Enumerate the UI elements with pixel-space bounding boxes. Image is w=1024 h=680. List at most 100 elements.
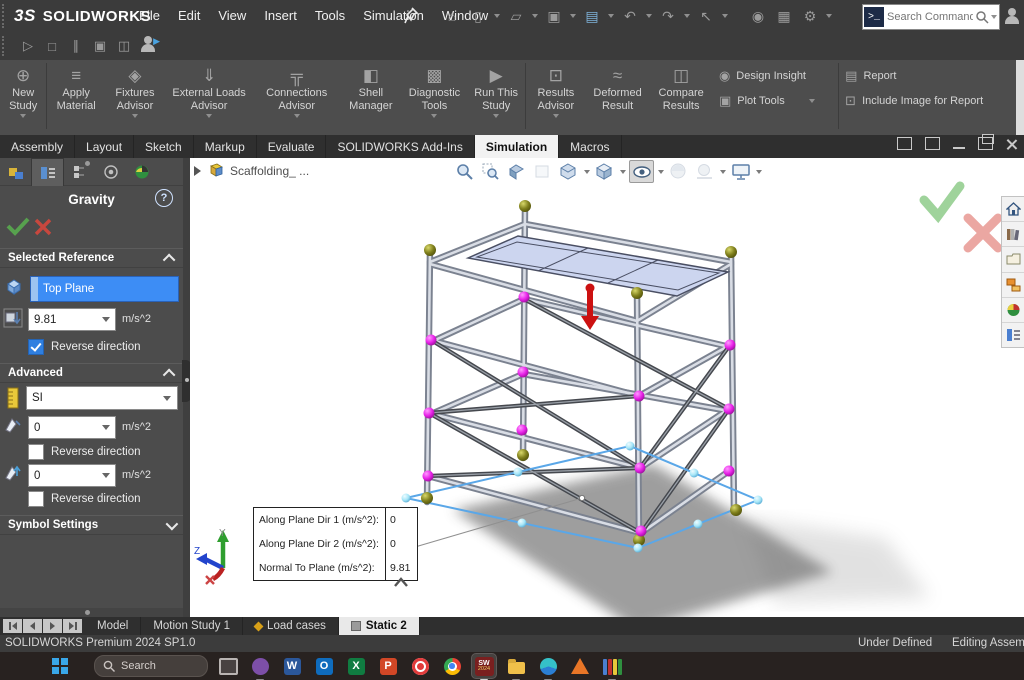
redo-dropdown-icon[interactable]	[684, 14, 690, 18]
section-advanced[interactable]: Advanced	[0, 363, 183, 383]
redo-icon[interactable]: ↷	[656, 5, 680, 27]
tab-macros[interactable]: Macros	[559, 135, 621, 158]
plot-tools-button[interactable]: ▣ Plot Tools	[719, 93, 832, 109]
pause-icon[interactable]: ∥	[64, 35, 88, 57]
confirm-cancel-icon[interactable]	[968, 218, 998, 248]
diagnostic-tools-button[interactable]: ▩ Diagnostic Tools	[402, 60, 468, 135]
dropdown-icon[interactable]	[553, 114, 559, 118]
open-dropdown-icon[interactable]	[532, 14, 538, 18]
new-dropdown-icon[interactable]	[494, 14, 500, 18]
ribbon-scroll-strip[interactable]	[1016, 60, 1024, 135]
feature-manager-tab[interactable]	[0, 158, 31, 185]
search-dropdown-icon[interactable]	[991, 15, 997, 19]
include-image-for-report-button[interactable]: ⊡ Include Image for Report	[845, 93, 1018, 109]
tab-load-cases[interactable]: Load cases	[243, 617, 339, 635]
panel-grip[interactable]	[85, 610, 90, 615]
viber-icon[interactable]	[248, 654, 272, 678]
selected-reference-item[interactable]: Top Plane	[38, 277, 178, 301]
results-advisor-button[interactable]: ⊡ Results Advisor	[526, 60, 586, 135]
section-selected-reference[interactable]: Selected Reference	[0, 248, 183, 268]
user-account-icon[interactable]	[1004, 8, 1020, 24]
design-insight-button[interactable]: ◉ Design Insight	[719, 68, 832, 84]
last-sheet-button[interactable]	[63, 619, 82, 633]
gravity-value-combo[interactable]: 9.81	[28, 308, 116, 331]
section-symbol-settings[interactable]: Symbol Settings	[0, 515, 183, 535]
powerpoint-icon[interactable]: P	[376, 654, 400, 678]
ok-button[interactable]	[6, 216, 30, 236]
select-dropdown-icon[interactable]	[722, 14, 728, 18]
view-palette-icon[interactable]	[1002, 273, 1024, 298]
unit-system-select[interactable]: SI	[26, 386, 178, 410]
callout-value[interactable]: 0	[385, 508, 417, 532]
close-button[interactable]	[1006, 138, 1018, 150]
previous-sheet-button[interactable]	[23, 619, 42, 633]
new-study-button[interactable]: ⊕ New Study	[0, 60, 46, 135]
select-dropdown-icon[interactable]	[163, 396, 171, 401]
design-library-icon[interactable]	[1002, 222, 1024, 247]
panel-grip[interactable]	[85, 161, 90, 166]
new-document-icon[interactable]: ▯	[466, 5, 490, 27]
save-icon[interactable]: ▣	[542, 5, 566, 27]
print-icon[interactable]: ▤	[580, 5, 604, 27]
home-icon[interactable]: ⌂	[440, 5, 464, 27]
custom-properties-icon[interactable]	[1002, 323, 1024, 347]
confirm-ok-icon[interactable]	[924, 186, 960, 216]
record-video-icon[interactable]: ▣	[88, 35, 112, 57]
apply-material-button[interactable]: ≡ Apply Material	[47, 60, 105, 135]
window-pane-icon-2[interactable]	[925, 137, 940, 150]
configuration-manager-tab[interactable]	[64, 158, 95, 185]
menu-file[interactable]: File	[130, 0, 169, 32]
menu-insert[interactable]: Insert	[255, 0, 306, 32]
outlook-icon[interactable]: O	[312, 654, 336, 678]
dropdown-icon[interactable]	[294, 114, 300, 118]
file-properties-icon[interactable]: ▦	[772, 5, 796, 27]
display-manager-tab[interactable]	[126, 158, 157, 185]
undo-icon[interactable]: ↶	[618, 5, 642, 27]
combo-dropdown-icon[interactable]	[102, 317, 110, 322]
options-dropdown-icon[interactable]	[826, 14, 832, 18]
home-tab-icon[interactable]	[1002, 197, 1024, 222]
search-icon[interactable]	[975, 10, 989, 24]
taskbar-search[interactable]: Search	[94, 655, 208, 677]
graphics-area[interactable]: Scaffolding_ ...	[190, 158, 1024, 617]
undo-dropdown-icon[interactable]	[646, 14, 652, 18]
tab-simulation[interactable]: Simulation	[475, 135, 559, 158]
menu-tools[interactable]: Tools	[306, 0, 354, 32]
next-sheet-button[interactable]	[43, 619, 62, 633]
dropdown-icon[interactable]	[493, 114, 499, 118]
tab-static-2[interactable]: Static 2	[339, 617, 420, 635]
reverse-direction-checkbox-2[interactable]	[28, 444, 44, 460]
shell-manager-button[interactable]: ◧ Shell Manager	[340, 60, 402, 135]
menu-edit[interactable]: Edit	[169, 0, 209, 32]
combo-dropdown-icon[interactable]	[102, 425, 110, 430]
menu-simulation[interactable]: Simulation	[354, 0, 433, 32]
word-icon[interactable]: W	[280, 654, 304, 678]
solidworks-taskbar-icon[interactable]: SW2024	[472, 654, 496, 678]
menu-view[interactable]: View	[209, 0, 255, 32]
print-dropdown-icon[interactable]	[608, 14, 614, 18]
tab-solidworks-add-ins[interactable]: SOLIDWORKS Add-Ins	[326, 135, 474, 158]
presenter-icon[interactable]: ▶	[140, 36, 156, 57]
deformed-result-button[interactable]: ≈ Deformed Result	[586, 60, 650, 135]
report-button[interactable]: ▤ Report	[845, 68, 1018, 84]
edge-icon[interactable]	[536, 654, 560, 678]
task-view-icon[interactable]	[216, 654, 240, 678]
dir1-value-combo[interactable]: 0	[28, 416, 116, 439]
start-button[interactable]	[52, 658, 68, 674]
tab-layout[interactable]: Layout	[75, 135, 134, 158]
file-explorer-icon[interactable]	[504, 654, 528, 678]
tab-sketch[interactable]: Sketch	[134, 135, 194, 158]
file-explorer-icon[interactable]	[1002, 247, 1024, 272]
gravity-callout[interactable]: Along Plane Dir 1 (m/s^2): 0 Along Plane…	[253, 507, 418, 581]
dropdown-icon[interactable]	[809, 99, 815, 103]
first-sheet-button[interactable]	[3, 619, 22, 633]
play-icon[interactable]: ▷	[16, 35, 40, 57]
reverse-direction-checkbox-3[interactable]	[28, 491, 44, 507]
dropdown-icon[interactable]	[132, 114, 138, 118]
combo-dropdown-icon[interactable]	[102, 473, 110, 478]
open-icon[interactable]: ▱	[504, 5, 528, 27]
compare-results-button[interactable]: ◫ Compare Results	[649, 60, 713, 135]
tab-assembly[interactable]: Assembly	[0, 135, 75, 158]
rebuild-icon[interactable]: ◉	[746, 5, 770, 27]
panel-bottom-grip[interactable]	[0, 608, 183, 617]
